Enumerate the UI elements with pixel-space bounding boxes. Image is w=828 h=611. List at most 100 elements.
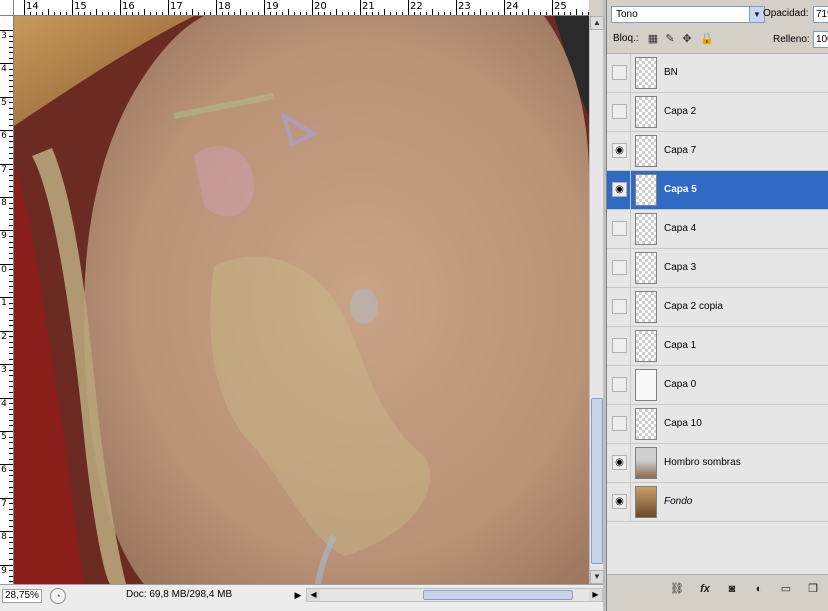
layer-row[interactable]: Capa 3 [607, 249, 828, 288]
ruler-tick [9, 536, 13, 538]
link-layers-icon[interactable]: ⛓ [669, 581, 685, 597]
layer-row[interactable]: Capa 4 [607, 210, 828, 249]
layer-thumbnail[interactable] [635, 174, 657, 206]
eye-icon[interactable] [612, 377, 627, 392]
blend-mode-select[interactable]: Tono ▼ [611, 6, 765, 23]
scroll-up-icon[interactable]: ▲ [590, 16, 604, 30]
image-canvas[interactable] [14, 16, 589, 584]
ruler-h-number: 17 [170, 1, 183, 12]
eye-icon[interactable] [612, 338, 627, 353]
ruler-tick [330, 12, 331, 15]
layer-name[interactable]: Hombro sombras [664, 457, 741, 468]
layer-row[interactable]: ◉ Fondo [607, 483, 828, 522]
ruler-v-number: 3 [1, 31, 7, 41]
new-group-icon[interactable]: ▭ [778, 581, 794, 597]
vertical-scrollbar[interactable]: ▲ ▼ [589, 16, 604, 584]
eye-icon[interactable] [612, 299, 627, 314]
layer-name[interactable]: Capa 7 [664, 145, 696, 156]
vertical-scroll-thumb[interactable] [591, 398, 603, 564]
ruler-tick [9, 291, 13, 293]
layer-thumbnail[interactable] [635, 291, 657, 323]
layer-name[interactable]: Capa 4 [664, 223, 696, 234]
new-layer-icon[interactable]: ❐ [805, 581, 821, 597]
fx-icon[interactable]: fx [697, 581, 713, 597]
add-mask-icon[interactable]: ◙ [724, 581, 740, 597]
ruler-tick [348, 12, 349, 15]
scroll-right-icon[interactable]: ▶ [589, 589, 602, 601]
adjustment-layer-icon[interactable]: ◐ [751, 581, 767, 597]
layer-row[interactable]: ◉ Capa 7 [607, 132, 828, 171]
eye-icon[interactable]: ◉ [612, 143, 627, 158]
ruler-corner[interactable] [0, 0, 14, 16]
horizontal-ruler[interactable]: 14 15 16 17 18 19 20 21 22 23 24 25 [14, 0, 589, 16]
layer-thumbnail[interactable] [635, 447, 657, 479]
eye-icon[interactable] [612, 416, 627, 431]
lock-position-move-icon[interactable]: ✥ [681, 33, 693, 45]
ruler-tick [0, 364, 13, 366]
layer-name[interactable]: Capa 10 [664, 418, 702, 429]
layer-thumbnail[interactable] [635, 213, 657, 245]
ruler-tick [102, 12, 103, 15]
eye-icon[interactable]: ◉ [612, 455, 627, 470]
scroll-left-icon[interactable]: ◀ [307, 589, 320, 601]
eye-icon[interactable] [612, 221, 627, 236]
ruler-tick [9, 492, 13, 494]
ruler-tick [9, 135, 13, 137]
scroll-down-icon[interactable]: ▼ [590, 570, 604, 584]
ruler-tick [9, 503, 13, 505]
layer-row[interactable]: BN [607, 54, 828, 93]
layer-row[interactable]: Capa 10 [607, 405, 828, 444]
layer-thumbnail[interactable] [635, 135, 657, 167]
vertical-ruler[interactable]: 3 4 5 6 7 8 9 0 1 2 3 4 5 6 7 8 9 [0, 16, 14, 584]
layer-name[interactable]: Capa 5 [664, 184, 697, 195]
ruler-tick [540, 12, 541, 15]
zoom-field[interactable]: 28,75% [2, 589, 42, 603]
layer-thumbnail[interactable] [635, 96, 657, 128]
layer-thumbnail[interactable] [635, 408, 657, 440]
layer-thumbnail[interactable] [635, 369, 657, 401]
ruler-tick [372, 12, 373, 15]
layer-row[interactable]: ◉ Hombro sombras [607, 444, 828, 483]
horizontal-scroll-thumb[interactable] [423, 590, 573, 600]
eye-icon[interactable]: ◉ [612, 182, 627, 197]
eye-icon[interactable]: ◉ [612, 494, 627, 509]
eye-icon[interactable] [612, 65, 627, 80]
ruler-tick [9, 314, 13, 315]
status-info-icon[interactable]: ◔ [50, 588, 66, 604]
chevron-down-icon[interactable]: ▼ [749, 7, 764, 22]
horizontal-scrollbar[interactable]: ◀ ▶ [306, 588, 603, 602]
opacity-field[interactable]: 71% [813, 6, 828, 23]
eye-icon[interactable] [612, 260, 627, 275]
layer-name[interactable]: Capa 2 [664, 106, 696, 117]
layer-row[interactable]: Capa 2 [607, 93, 828, 132]
ruler-tick [9, 35, 13, 37]
layer-thumbnail[interactable] [635, 330, 657, 362]
ruler-tick [0, 430, 13, 432]
layer-row[interactable]: ◉ Capa 5 [607, 171, 828, 210]
eye-icon[interactable] [612, 104, 627, 119]
layer-name[interactable]: Capa 2 copia [664, 301, 723, 312]
layer-name[interactable]: BN [664, 67, 678, 78]
ruler-tick [162, 12, 163, 15]
layer-name[interactable]: Capa 3 [664, 262, 696, 273]
layer-row[interactable]: Capa 0 [607, 366, 828, 405]
layer-row[interactable]: Capa 2 copia [607, 288, 828, 327]
layer-divider [630, 93, 631, 132]
layer-row[interactable]: Capa 1 [607, 327, 828, 366]
layer-thumbnail[interactable] [635, 252, 657, 284]
lock-all-icon[interactable]: 🔒 [700, 33, 714, 45]
layer-thumbnail[interactable] [635, 57, 657, 89]
lock-transparency-icon[interactable]: ▦ [647, 33, 659, 45]
ruler-tick [216, 0, 217, 15]
status-menu-arrow-icon[interactable]: ▶ [292, 588, 304, 602]
layer-name[interactable]: Capa 1 [664, 340, 696, 351]
ruler-tick [504, 0, 505, 15]
lock-image-brush-icon[interactable]: ✎ [664, 33, 676, 45]
fill-field[interactable]: 100% [813, 31, 828, 48]
layer-name[interactable]: Capa 0 [664, 379, 696, 390]
ruler-tick [528, 9, 529, 15]
layer-divider [630, 171, 631, 210]
ruler-v-number: 6 [1, 465, 7, 476]
layer-thumbnail[interactable] [635, 486, 657, 518]
layer-name[interactable]: Fondo [664, 496, 692, 507]
